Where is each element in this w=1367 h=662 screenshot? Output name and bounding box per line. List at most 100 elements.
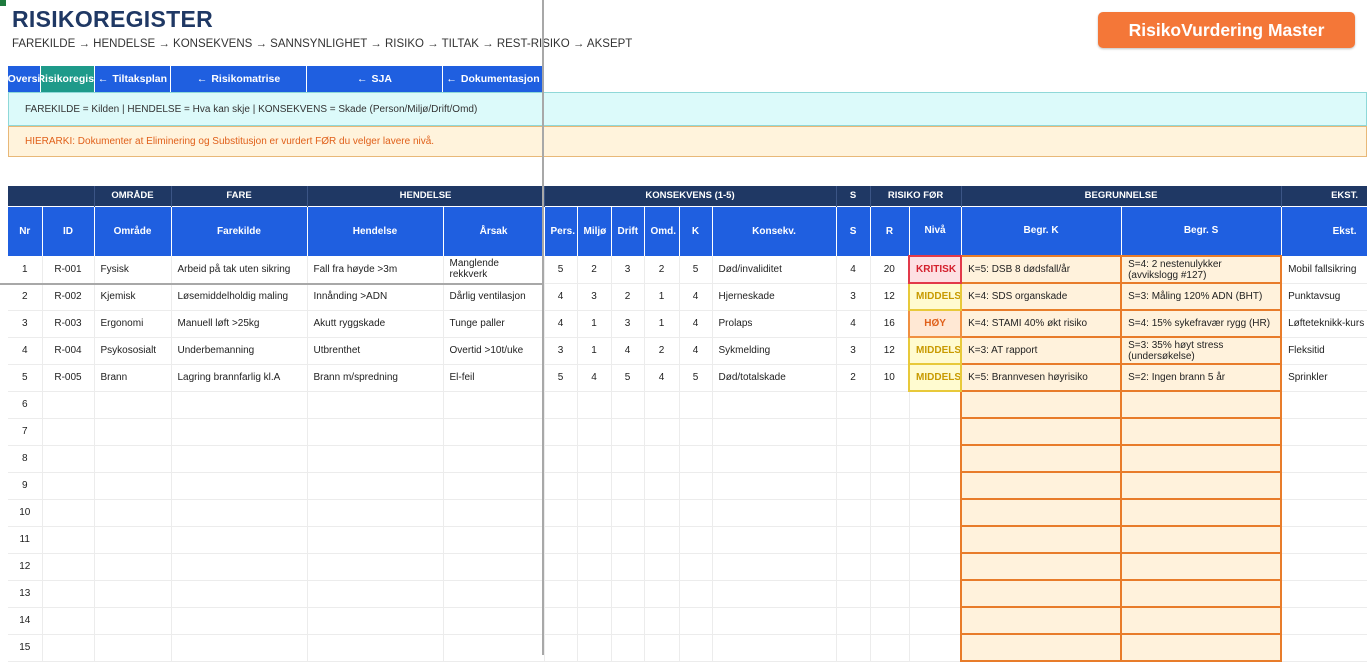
column-header[interactable]: Omd. [644,205,680,256]
cell-omd[interactable] [644,472,680,500]
cell-r[interactable]: 10 [870,364,910,392]
cell-nr[interactable]: 10 [8,499,43,527]
cell-drift[interactable] [611,445,645,473]
cell-hendelse[interactable] [307,580,444,608]
cell-k[interactable] [679,607,713,635]
cell-miljo[interactable] [577,526,612,554]
cell-id[interactable] [42,580,95,608]
cell-pers[interactable] [544,391,578,419]
cell-omd[interactable] [644,553,680,581]
cell-id[interactable]: R-004 [42,337,95,365]
cell-miljo[interactable] [577,553,612,581]
cell-drift[interactable] [611,526,645,554]
cell-farekilde[interactable] [171,418,308,446]
cell-nr[interactable]: 15 [8,634,43,662]
cell-begr-k[interactable] [960,390,1123,419]
cell-k[interactable] [679,391,713,419]
cell-drift[interactable]: 3 [611,256,645,284]
cell-ekst[interactable] [1281,499,1367,527]
nav-button-sja[interactable]: ← SJA [307,66,443,92]
cell-niva[interactable] [909,472,962,500]
column-header[interactable]: Ekst. [1281,205,1367,256]
cell-arsak[interactable] [443,499,545,527]
cell-miljo[interactable] [577,607,612,635]
cell-r[interactable]: 12 [870,337,910,365]
cell-id[interactable] [42,445,95,473]
column-header[interactable]: Konsekv. [712,205,837,256]
cell-s[interactable] [836,418,871,446]
cell-id[interactable] [42,418,95,446]
cell-omd[interactable] [644,607,680,635]
cell-omd[interactable] [644,526,680,554]
column-header[interactable]: K [679,205,713,256]
cell-ekst[interactable] [1281,526,1367,554]
cell-begr-s[interactable]: S=3: Måling 120% ADN (BHT) [1120,282,1283,311]
cell-begr-k[interactable] [960,498,1123,527]
cell-ekst[interactable]: Løfteteknikk-kurs [1281,310,1367,338]
cell-niva[interactable] [909,607,962,635]
cell-hendelse[interactable] [307,499,444,527]
cell-niva[interactable] [909,553,962,581]
cell-begr-k[interactable]: K=4: STAMI 40% økt risiko [960,309,1123,338]
cell-arsak[interactable] [443,580,545,608]
cell-miljo[interactable]: 1 [577,310,612,338]
cell-niva[interactable]: MIDDELS [908,363,963,392]
cell-konsekv[interactable] [712,607,837,635]
cell-drift[interactable] [611,472,645,500]
cell-r[interactable] [870,418,910,446]
cell-pers[interactable] [544,553,578,581]
cell-pers[interactable]: 3 [544,337,578,365]
cell-drift[interactable] [611,391,645,419]
cell-id[interactable] [42,391,95,419]
cell-konsekv[interactable] [712,499,837,527]
cell-pers[interactable]: 4 [544,310,578,338]
cell-omrade[interactable]: Psykososialt [94,337,172,365]
cell-r[interactable] [870,472,910,500]
cell-nr[interactable]: 1 [8,256,43,284]
cell-begr-k[interactable]: K=4: SDS organskade [960,282,1123,311]
cell-begr-s[interactable]: S=2: Ingen brann 5 år [1120,363,1283,392]
cell-nr[interactable]: 6 [8,391,43,419]
cell-ekst[interactable] [1281,634,1367,662]
cell-pers[interactable]: 5 [544,364,578,392]
cell-niva[interactable]: MIDDELS [908,282,963,311]
cell-nr[interactable]: 4 [8,337,43,365]
cell-arsak[interactable] [443,472,545,500]
cell-hendelse[interactable] [307,607,444,635]
cell-arsak[interactable] [443,553,545,581]
cell-begr-s[interactable] [1120,552,1283,581]
cell-arsak[interactable] [443,445,545,473]
cell-arsak[interactable] [443,391,545,419]
cell-drift[interactable] [611,499,645,527]
cell-begr-k[interactable] [960,525,1123,554]
cell-farekilde[interactable]: Underbemanning [171,337,308,365]
column-header[interactable]: Begr. S [1121,205,1282,256]
cell-miljo[interactable]: 1 [577,337,612,365]
cell-miljo[interactable]: 4 [577,364,612,392]
cell-konsekv[interactable] [712,553,837,581]
cell-ekst[interactable]: Fleksitid [1281,337,1367,365]
cell-hendelse[interactable]: Brann m/spredning [307,364,444,392]
cell-ekst[interactable] [1281,418,1367,446]
cell-r[interactable] [870,580,910,608]
cell-hendelse[interactable] [307,553,444,581]
cell-begr-s[interactable] [1120,390,1283,419]
cell-hendelse[interactable]: Fall fra høyde >3m [307,256,444,284]
cell-konsekv[interactable] [712,445,837,473]
cell-begr-k[interactable] [960,633,1123,662]
cell-omrade[interactable]: Kjemisk [94,283,172,311]
cell-id[interactable] [42,553,95,581]
cell-begr-s[interactable] [1120,498,1283,527]
cell-k[interactable] [679,418,713,446]
cell-miljo[interactable] [577,499,612,527]
cell-miljo[interactable] [577,418,612,446]
cell-farekilde[interactable] [171,580,308,608]
cell-niva[interactable] [909,499,962,527]
cell-nr[interactable]: 2 [8,283,43,311]
cell-konsekv[interactable] [712,418,837,446]
cell-konsekv[interactable]: Død/invaliditet [712,256,837,284]
cell-r[interactable]: 16 [870,310,910,338]
cell-konsekv[interactable]: Hjerneskade [712,283,837,311]
cell-k[interactable]: 4 [679,337,713,365]
cell-r[interactable] [870,553,910,581]
